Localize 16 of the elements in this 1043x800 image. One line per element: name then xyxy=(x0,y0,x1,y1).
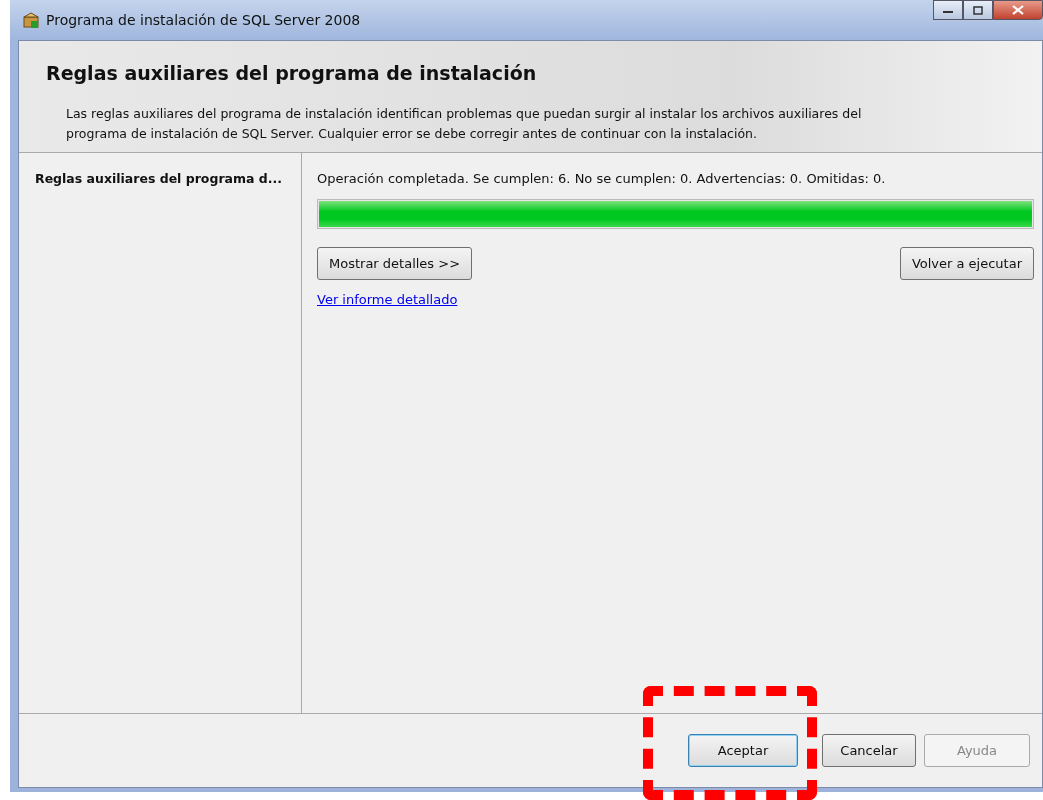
rerun-button[interactable]: Volver a ejecutar xyxy=(899,246,1034,280)
show-details-button[interactable]: Mostrar detalles >> xyxy=(317,246,473,280)
minimize-button[interactable] xyxy=(933,0,963,20)
status-text: Operación completada. Se cumplen: 6. No se cumplen: 0. Advertencias: 0. Omitidas: 0. xyxy=(317,170,887,188)
close-button[interactable] xyxy=(993,0,1043,20)
dialog-button[interactable]: Aceptar xyxy=(688,733,798,768)
step-item[interactable]: Reglas auxiliares del programa d... xyxy=(35,170,301,189)
page-title: Reglas auxiliares del programa de instalación xyxy=(46,61,538,86)
report-link[interactable]: Ver informe detallado xyxy=(317,290,458,310)
maximize-button[interactable] xyxy=(963,0,993,20)
dialog-button[interactable]: Cancelar xyxy=(822,733,916,768)
maximize-icon xyxy=(973,5,983,15)
page-description: Las reglas auxiliares del programa de instalación identifican problemas que puedan surgir al instalar los archivos auxiliares del programa de instalación de SQL Server. Cualquier error se debe corregir antes de continuar con la instalación. xyxy=(65,104,863,143)
installer-box-icon xyxy=(22,11,40,29)
window-title: Programa de instalación de SQL Server 2008 xyxy=(46,10,361,30)
close-icon xyxy=(1012,5,1024,15)
